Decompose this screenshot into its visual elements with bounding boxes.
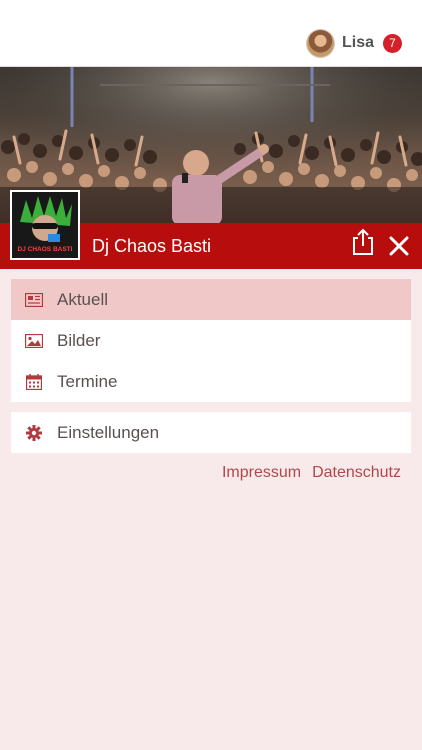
impressum-link[interactable]: Impressum [222, 464, 301, 482]
gear-icon [25, 424, 43, 442]
close-icon [389, 236, 409, 256]
menu-item-bilder[interactable]: Bilder [11, 320, 411, 361]
user-avatar[interactable] [306, 29, 334, 57]
menu-item-label: Aktuell [57, 289, 109, 309]
settings-menu: Einstellungen [11, 412, 411, 453]
newspaper-icon [25, 291, 43, 309]
profile-name: Dj Chaos Basti [92, 236, 212, 256]
profile-logo: DJ CHAOS BASTI [10, 190, 80, 260]
calendar-icon [25, 373, 43, 391]
menu-item-label: Bilder [57, 330, 101, 350]
menu-item-termine[interactable]: Termine [11, 361, 411, 402]
top-bar: Lisa 7 [0, 0, 422, 67]
menu-item-aktuell[interactable]: Aktuell [11, 279, 411, 320]
notification-badge[interactable]: 7 [383, 33, 402, 53]
footer-links: Impressum Datenschutz [222, 464, 401, 482]
menu-item-label: Termine [57, 371, 118, 391]
menu-item-label: Einstellungen [57, 422, 160, 442]
share-button[interactable] [350, 228, 376, 256]
image-icon [25, 332, 43, 350]
user-menu[interactable]: Lisa 7 [306, 29, 402, 57]
main-menu: Aktuell Bilder Termine [11, 279, 411, 402]
close-button[interactable] [388, 235, 410, 257]
logo-text: DJ CHAOS BASTI [18, 246, 73, 253]
user-name[interactable]: Lisa [342, 34, 374, 52]
menu-item-einstellungen[interactable]: Einstellungen [11, 412, 411, 453]
datenschutz-link[interactable]: Datenschutz [312, 464, 401, 482]
share-icon [353, 228, 373, 255]
